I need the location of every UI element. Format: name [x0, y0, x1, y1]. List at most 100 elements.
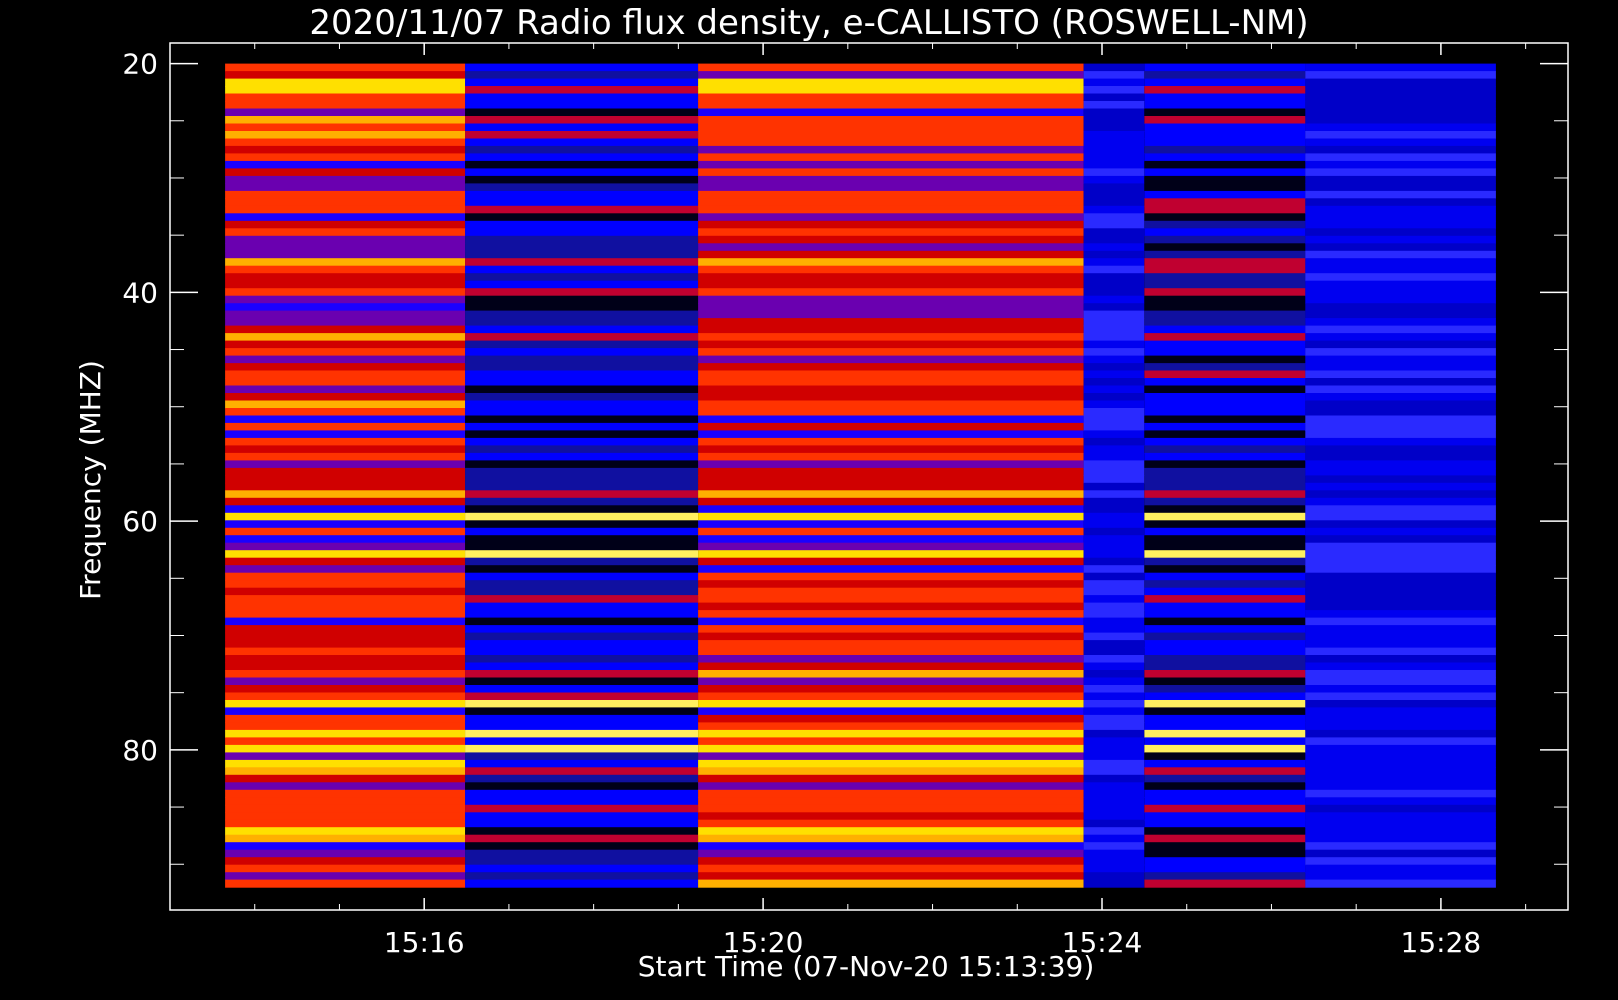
spectrogram-cell [698, 108, 1084, 117]
spectrogram-cell [225, 700, 466, 709]
spectrogram-cell [698, 220, 1084, 229]
spectrogram-cell [1083, 280, 1145, 289]
spectrogram-cell [1305, 512, 1496, 521]
spectrogram-cell [698, 722, 1084, 731]
spectrogram-cell [225, 812, 466, 821]
spectrogram-cell [698, 131, 1084, 140]
spectrogram-cell [465, 280, 699, 289]
spectrogram-cell [698, 587, 1084, 596]
spectrogram-cell [1144, 422, 1306, 431]
spectrogram-cell [698, 168, 1084, 177]
spectrogram-cell [225, 602, 466, 611]
spectrogram-cell [465, 116, 699, 125]
spectrogram-cell [698, 452, 1084, 461]
spectrogram-cell [465, 385, 699, 394]
spectrogram-cell [1083, 864, 1145, 873]
spectrogram-cell [1305, 422, 1496, 431]
spectrogram-cell [225, 288, 466, 297]
spectrogram-cell [1305, 280, 1496, 289]
spectrogram-cell [1305, 400, 1496, 409]
spectrogram-cell [225, 550, 466, 559]
spectrogram-cell [1083, 505, 1145, 514]
spectrogram-cell [1083, 205, 1145, 214]
spectrogram-cell [1144, 355, 1306, 364]
spectrogram-cell [225, 220, 466, 229]
spectrogram-cell [1144, 587, 1306, 596]
spectrogram-cell [1144, 348, 1306, 357]
spectrogram-cell [465, 857, 699, 866]
spectrogram-cell [1083, 774, 1145, 783]
spectrogram-cell [225, 767, 466, 776]
spectrogram-cell [698, 834, 1084, 843]
spectrogram-cell [1305, 789, 1496, 798]
spectrogram-cell [465, 430, 699, 439]
spectrogram-cell [1305, 190, 1496, 199]
spectrogram-cell [698, 363, 1084, 372]
spectrogram-cell [225, 378, 466, 387]
spectrogram-cell [1144, 797, 1306, 806]
spectrogram-cell [225, 872, 466, 881]
spectrogram-cell [225, 729, 466, 738]
spectrogram-cell [1083, 422, 1145, 431]
spectrogram-cell [465, 183, 699, 192]
spectrogram-cell [698, 63, 1084, 72]
spectrogram-cell [698, 123, 1084, 132]
spectrogram-cell [1305, 303, 1496, 312]
spectrogram-cell [225, 662, 466, 671]
spectrogram-cell [465, 662, 699, 671]
spectrogram-cell [698, 872, 1084, 881]
spectrogram-cell [698, 437, 1084, 446]
spectrogram-cell [225, 168, 466, 177]
spectrogram-cell [698, 228, 1084, 237]
spectrogram-cell [1305, 550, 1496, 559]
spectrogram-cell [1144, 318, 1306, 327]
spectrogram-cell [1144, 490, 1306, 499]
spectrogram-cell [465, 774, 699, 783]
spectrogram-cell [1083, 722, 1145, 731]
x-axis-label: Start Time (07-Nov-20 15:13:39) [638, 950, 1095, 983]
spectrogram-cell [1144, 527, 1306, 536]
spectrogram-cell [1305, 475, 1496, 484]
spectrogram-cell [225, 408, 466, 417]
spectrogram-cell [1083, 78, 1145, 87]
spectrogram-cell [1305, 175, 1496, 184]
spectrogram-cell [465, 303, 699, 312]
spectrogram-cell [698, 86, 1084, 95]
spectrogram-cell [698, 812, 1084, 821]
spectrogram-cell [1305, 310, 1496, 319]
spectrogram-cell [1305, 460, 1496, 469]
spectrogram-cell [698, 512, 1084, 521]
spectrogram-cell [1305, 258, 1496, 267]
spectrogram-cell [1144, 258, 1306, 267]
spectrogram-cell [225, 467, 466, 476]
spectrogram-cell [1083, 63, 1145, 72]
spectrogram-cell [1305, 220, 1496, 229]
spectrogram-cell [465, 445, 699, 454]
spectrogram-cell [1305, 602, 1496, 611]
spectrogram-cell [1305, 482, 1496, 491]
spectrogram-cell [465, 587, 699, 596]
spectrogram-cell [698, 602, 1084, 611]
spectrogram-cell [698, 640, 1084, 649]
spectrogram-cell [1305, 797, 1496, 806]
spectrogram-cell [1144, 640, 1306, 649]
spectrogram-cell [1305, 842, 1496, 851]
spectrogram-cell [1144, 550, 1306, 559]
spectrogram-cell [225, 235, 466, 244]
spectrogram-cell [1305, 340, 1496, 349]
spectrogram-cell [225, 183, 466, 192]
spectrogram-cell [698, 160, 1084, 169]
spectrogram-cell [1144, 542, 1306, 551]
spectrogram-cell [1083, 467, 1145, 476]
spectrogram-cell [465, 258, 699, 267]
spectrogram-cell [225, 572, 466, 581]
spectrogram-cell [1144, 93, 1306, 102]
spectrogram-cell [1305, 647, 1496, 656]
spectrogram-cell [1083, 86, 1145, 95]
spectrogram-cell [465, 131, 699, 140]
spectrogram-cell [1305, 655, 1496, 664]
spectrogram-cell [1083, 842, 1145, 851]
spectrogram-cell [698, 692, 1084, 701]
spectrogram-cell [225, 430, 466, 439]
spectrogram-cell [698, 625, 1084, 634]
